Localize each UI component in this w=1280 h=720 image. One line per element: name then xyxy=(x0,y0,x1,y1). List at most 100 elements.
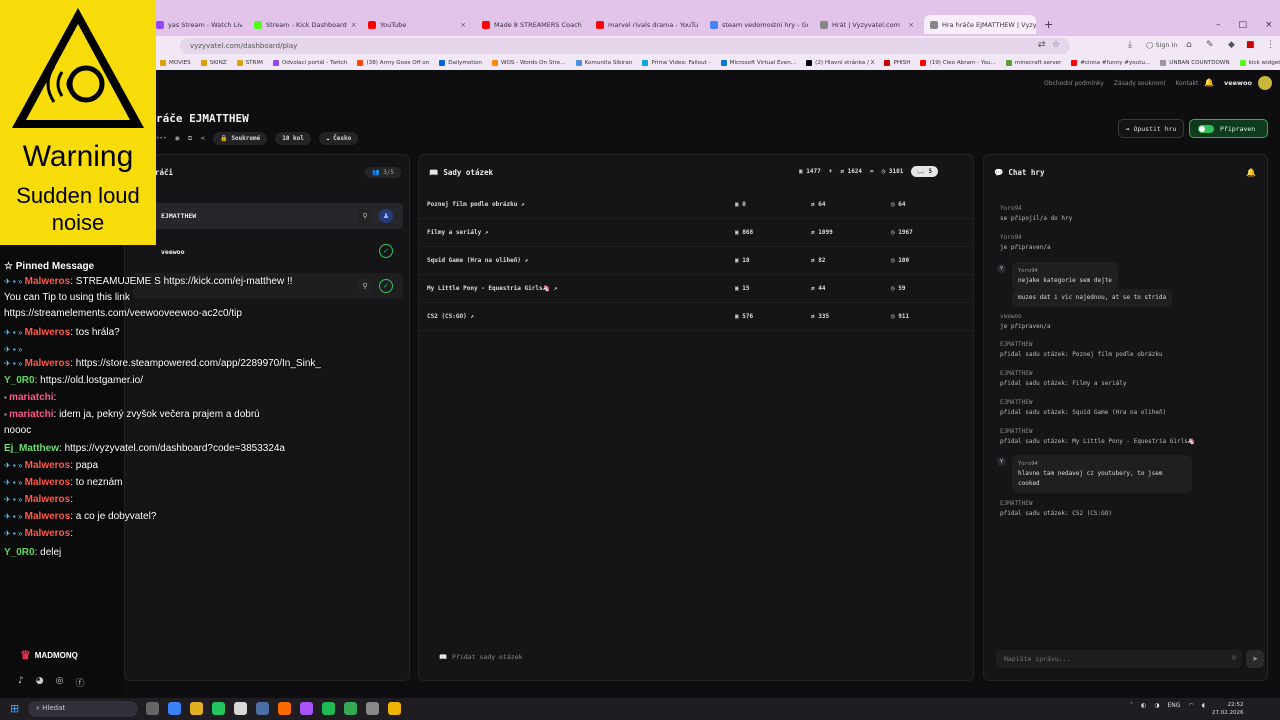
bookmark-item[interactable]: UNBAN COUNTDOWN xyxy=(1160,60,1230,66)
nav-link[interactable]: Zásady soukromí xyxy=(1114,80,1165,87)
browser-tab[interactable]: yas Stream - Watch Live on xyxy=(150,15,242,34)
toggle-switch[interactable] xyxy=(1198,124,1214,133)
taskbar-app-icon[interactable] xyxy=(388,702,401,715)
wifi-icon[interactable]: ◠ xyxy=(1188,702,1193,709)
browser-tab[interactable]: YouTube × xyxy=(362,15,470,34)
taskbar-app-icon[interactable] xyxy=(300,702,313,715)
browser-tab[interactable]: Made 8 STREAMERS Coach 5 xyxy=(476,15,584,34)
question-set-row[interactable]: Poznej film podle obrázku ↗ ▣ 0 ⇄ 64 ◷ 64 xyxy=(419,191,973,219)
bookmark-item[interactable]: Dailymotion xyxy=(439,60,482,66)
leave-game-button[interactable]: ⇥ Opustit hru xyxy=(1118,119,1184,138)
share-icon[interactable]: ⋖ xyxy=(200,135,205,142)
minimize-icon[interactable]: – xyxy=(1216,20,1221,30)
question-set-name[interactable]: CS2 (CS:GO) ↗ xyxy=(427,313,474,320)
kick-player-icon[interactable]: ⚲ xyxy=(358,279,372,293)
extension-icon[interactable]: ✎ xyxy=(1206,40,1214,50)
question-set-name[interactable]: Filmy a seriály ↗ xyxy=(427,229,488,236)
emoji-icon[interactable]: ☺ xyxy=(1232,654,1236,662)
count-c: ◷ 59 xyxy=(891,285,906,292)
ready-toggle-button[interactable]: Připraven xyxy=(1189,119,1268,138)
translate-icon[interactable]: ⇄ xyxy=(1038,40,1046,50)
taskbar-app-icon[interactable] xyxy=(234,702,247,715)
bookmark-item[interactable]: MOVIES xyxy=(160,60,191,66)
download-icon[interactable]: ⤓ xyxy=(1128,40,1132,50)
taskbar-app-icon[interactable] xyxy=(168,702,181,715)
maximize-icon[interactable]: □ xyxy=(1239,20,1248,30)
bookmark-item[interactable]: minecraft server xyxy=(1005,60,1061,66)
taskbar-app-icon[interactable] xyxy=(212,702,225,715)
taskbar-app-icon[interactable] xyxy=(146,702,159,715)
question-set-row[interactable]: Squid Game (Hra na oliheň) ↗ ▣ 18 ⇄ 82 ◷ 10… xyxy=(419,247,973,275)
taskbar-app-icon[interactable] xyxy=(278,702,291,715)
bell-icon[interactable]: 🔔 xyxy=(1246,168,1256,177)
nav-link[interactable]: Obchodní podmínky xyxy=(1044,80,1104,87)
nav-link[interactable]: Kontakt xyxy=(1175,80,1198,87)
extension-icon[interactable]: ■ xyxy=(1246,40,1255,50)
bookmark-item[interactable]: (19) Cleo Abram - You... xyxy=(920,60,996,66)
taskbar-app-icon[interactable] xyxy=(366,702,379,715)
question-set-row[interactable]: CS2 (CS:GO) ↗ ▣ 576 ⇄ 335 ◷ 911 xyxy=(419,303,973,331)
browser-tab[interactable]: marvel rivals drama - YouTube xyxy=(590,15,698,34)
bookmark-item[interactable]: STRIM xyxy=(236,60,263,66)
lang-indicator[interactable]: ENG xyxy=(1168,702,1181,709)
add-question-sets-button[interactable]: 📖 Přidat sady otázek xyxy=(439,653,523,661)
bell-icon[interactable]: 🔔 xyxy=(1204,78,1214,87)
chevron-up-icon[interactable]: ˄ xyxy=(1130,702,1133,709)
new-tab-button[interactable]: + xyxy=(1038,15,1054,34)
tray-icon[interactable]: ◐ xyxy=(1141,702,1146,709)
bookmark-item[interactable]: Prime Video: Fallout - xyxy=(642,60,711,66)
browser-tab[interactable]: Stream - Kick Dashboard × xyxy=(248,15,356,34)
window-controls[interactable]: – □ × xyxy=(1210,15,1280,34)
tray-icon[interactable]: ◑ xyxy=(1154,702,1159,709)
close-window-icon[interactable]: × xyxy=(1265,20,1273,30)
menu-icon[interactable]: ⋮ xyxy=(1266,40,1275,50)
bookmark-item[interactable]: SKINZ xyxy=(200,60,227,66)
browser-tab-active[interactable]: Hra hráče EJMATTHEW | Vyzyv× xyxy=(924,15,1036,34)
bookmark-item[interactable]: kick widgets xyxy=(1239,60,1280,66)
avatar xyxy=(1258,76,1272,90)
chat-input[interactable]: Napište zprávu... ☺ xyxy=(996,650,1242,668)
bookmark-item[interactable]: (2) Hlavní stránka / X xyxy=(806,60,874,66)
extension-icon[interactable]: ◆ xyxy=(1228,40,1235,50)
bookmark-item[interactable]: WOS - Words On Stre... xyxy=(491,60,566,66)
more-icon[interactable]: ••• xyxy=(156,135,167,142)
taskbar-app-icon[interactable] xyxy=(322,702,335,715)
bookmark-item[interactable]: Komunita Sibiran xyxy=(575,60,632,66)
question-set-row[interactable]: Filmy a seriály ↗ ▣ 868 ⇄ 1099 ◷ 1967 xyxy=(419,219,973,247)
bookmark-item[interactable]: #cinna #funny #youtu... xyxy=(1071,60,1150,66)
signin-button[interactable]: ◯ Sign in xyxy=(1146,41,1178,49)
bookmark-item[interactable]: (38) Army Goes Off on xyxy=(357,60,429,66)
taskbar-app-icon[interactable] xyxy=(344,702,357,715)
eye-icon[interactable]: ◉ xyxy=(175,135,180,142)
bookmark-item[interactable]: Odvolací portál - Twitch xyxy=(272,60,347,66)
volume-icon[interactable]: ◖ xyxy=(1202,702,1205,709)
windows-start-icon[interactable]: ⊞ xyxy=(10,702,19,715)
facebook-icon[interactable]: ⓕ xyxy=(75,676,84,689)
badge-icons: ✈ ▪ » xyxy=(4,512,25,521)
browser-tab[interactable]: steam vedomostni hry - Googl xyxy=(704,15,808,34)
clock[interactable]: 22:52 27.02.2026 xyxy=(1212,701,1244,717)
close-icon[interactable]: × xyxy=(351,21,356,29)
user-menu[interactable]: veewoo xyxy=(1224,76,1272,90)
bookmark-star-icon[interactable]: ☆ xyxy=(1052,40,1060,50)
question-set-row[interactable]: My Little Pony - Equestria Girls🦄 ↗ ▣ 15 ⇄… xyxy=(419,275,973,303)
instagram-icon[interactable]: ◎ xyxy=(56,676,64,689)
taskbar-app-icon[interactable] xyxy=(190,702,203,715)
close-icon[interactable]: × xyxy=(460,21,470,29)
browser-tab[interactable]: Hrát | Vyzyvatel.com × xyxy=(814,15,918,34)
copy-icon[interactable]: ⧉ xyxy=(188,135,192,143)
url-field[interactable]: vyzyvatel.com/dashboard/play xyxy=(180,38,1070,54)
question-set-name[interactable]: Poznej film podle obrázku ↗ xyxy=(427,201,525,208)
close-icon[interactable]: × xyxy=(908,21,918,29)
question-set-name[interactable]: My Little Pony - Equestria Girls🦄 ↗ xyxy=(427,285,557,292)
send-button[interactable]: ➤ xyxy=(1246,650,1264,668)
tiktok-icon[interactable]: ♪ xyxy=(18,676,24,689)
discord-icon[interactable]: ◕ xyxy=(36,676,44,689)
question-set-name[interactable]: Squid Game (Hra na oliheň) ↗ xyxy=(427,257,528,264)
taskbar-app-icon[interactable] xyxy=(256,702,269,715)
taskbar-search[interactable]: ⌕ Hledat xyxy=(28,701,138,717)
bookmark-item[interactable]: PHISH xyxy=(884,60,910,66)
extensions-icon[interactable]: ⌂ xyxy=(1186,40,1192,50)
kick-player-icon[interactable]: ⚲ xyxy=(358,209,372,223)
bookmark-item[interactable]: Microsoft Virtual Even... xyxy=(720,60,796,66)
